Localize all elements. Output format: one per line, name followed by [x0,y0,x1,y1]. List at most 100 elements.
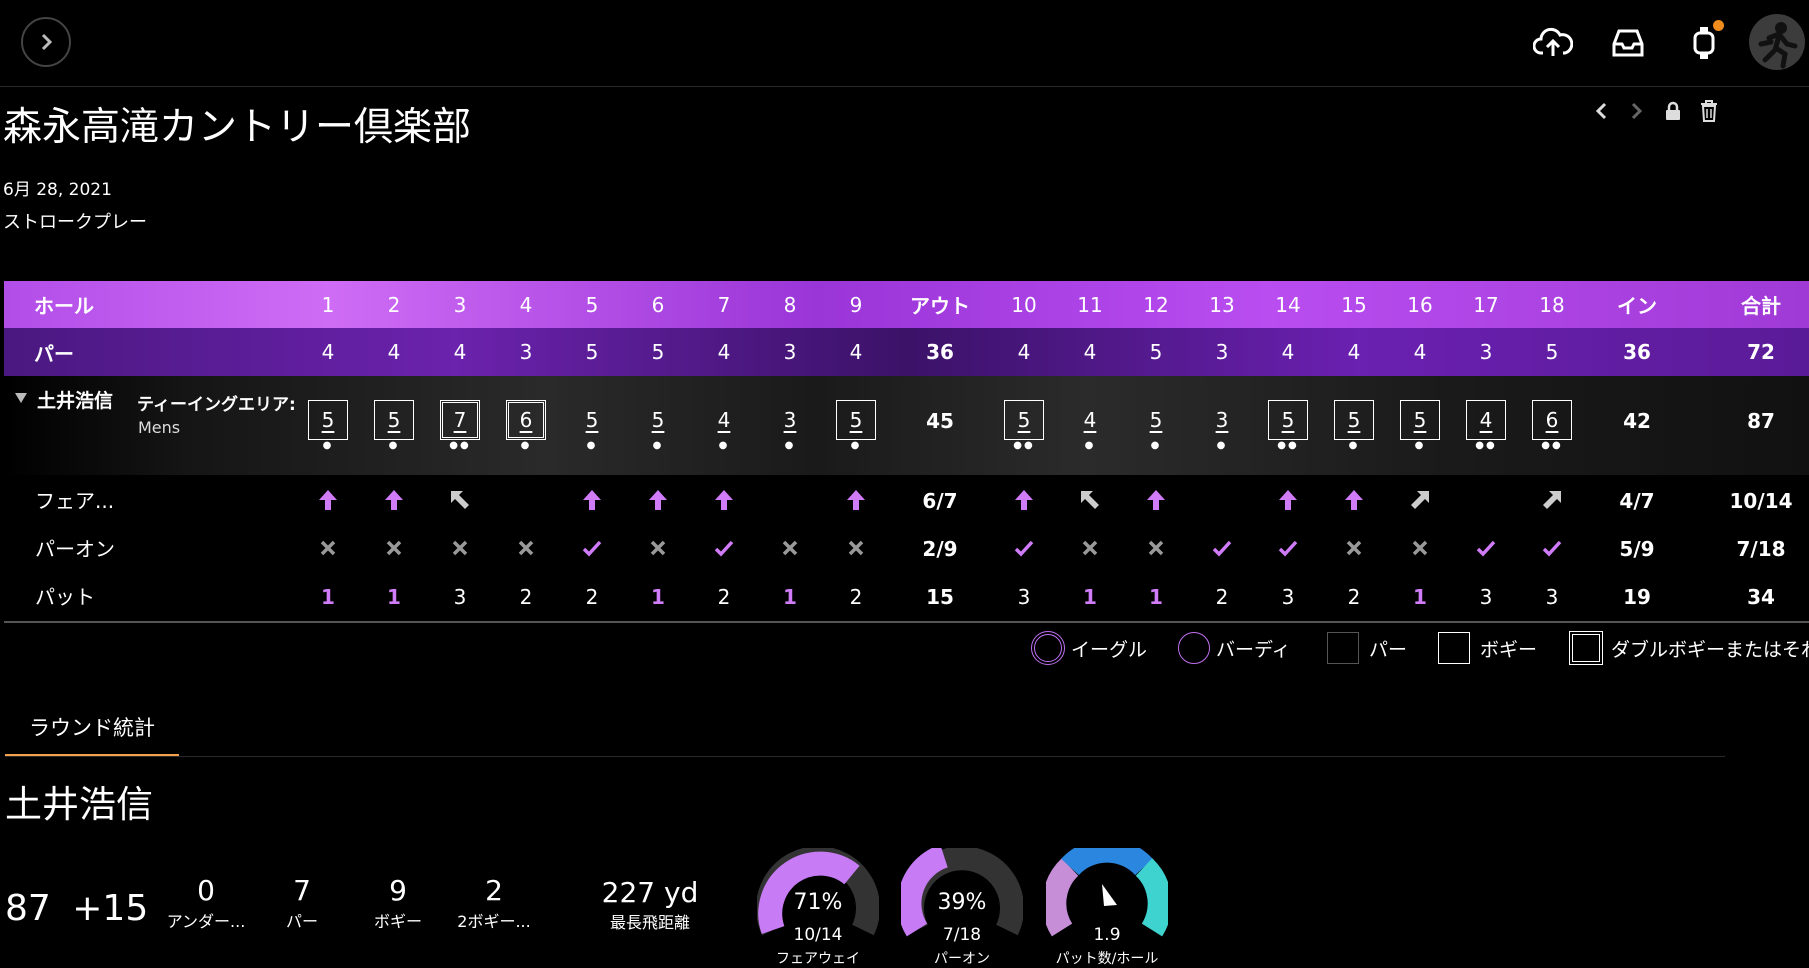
hole-score-value: 3 [1215,408,1229,432]
hole-dots: ● [1414,440,1426,451]
pars-label: パー [285,912,318,931]
par-value: 3 [1479,340,1493,364]
hole-score-value: 4 [717,408,731,432]
notification-dot [1713,20,1724,31]
score-out: 45 [926,409,954,433]
hole-dots: ● [520,440,532,451]
watch-icon[interactable] [1683,20,1725,64]
check-icon [1207,533,1237,563]
gir-gauge-percent: 39% [937,890,987,915]
round-date: 6月 28, 2021 [3,180,112,200]
putts-gauge-label: パット数/ホール [1055,951,1159,967]
putt-value: 1 [1149,585,1163,609]
next-round-button[interactable] [1626,98,1648,124]
fairway-gauge: 71% 10/14 フェアウェイ [756,846,880,967]
hole-score-value: 7 [453,408,467,432]
arrow-up-left-icon [1075,485,1105,515]
hole-number: 1 [321,293,335,317]
gir-gauge-fraction: 7/18 [942,925,982,945]
fairway-row: フェア... 6/7 4/7 10/14 [4,475,1809,523]
gir-label: パーオン [35,537,115,561]
hole-dots: ● [388,440,400,451]
par-value: 4 [1347,340,1361,364]
putts-gauge: 1.9 パット数/ホール [1042,838,1172,967]
arrow-up-icon [379,485,409,515]
putt-value: 3 [1281,585,1295,609]
hole-score: 4 [1070,400,1110,440]
hole-score: 5 [1334,400,1374,440]
trash-icon [1701,100,1717,122]
x-icon [841,533,871,563]
legend-bogey-label: ボギー [1480,638,1538,661]
round-actions [1590,98,1720,124]
hole-dots: ●● [1277,440,1299,451]
eagle-marker [1031,631,1065,665]
course-title: 森永高滝カントリー倶楽部 [3,105,472,150]
putt-value: 1 [651,585,665,609]
hole-score-value: 4 [1479,408,1493,432]
fairway-total: 10/14 [1729,489,1793,513]
previous-round-button[interactable] [1590,98,1612,124]
hole-score-value: 5 [651,408,665,432]
putt-value: 3 [1545,585,1559,609]
arrow-up-icon [1339,485,1369,515]
putt-value: 1 [783,585,797,609]
hole-score-value: 3 [783,408,797,432]
lock-button[interactable] [1662,98,1684,124]
bogey-marker [1438,632,1470,664]
hole-score: 4 [704,400,744,440]
par-value: 5 [585,340,599,364]
hole-label: ホール [34,294,94,318]
hole-score: 5 [374,400,414,440]
par-value: 5 [1149,340,1163,364]
arrow-up-right-icon [1405,485,1435,515]
legend-eagle: イーグル [1031,628,1147,668]
legend-eagle-label: イーグル [1071,638,1148,661]
hole-score-value: 5 [387,408,401,432]
putt-value: 2 [585,585,599,609]
par-value: 4 [717,340,731,364]
hole-dots: ● [718,440,730,451]
under-par-label: アンダー... [166,912,246,931]
player-name[interactable]: 土井浩信 [37,386,113,413]
legend-double-bogey: ダブルボギーまたはそれ [1569,628,1809,668]
score-to-par: +15 [72,888,149,929]
putt-value: 2 [1347,585,1361,609]
putt-value: 3 [453,585,467,609]
chevron-left-icon [1595,102,1607,120]
avatar[interactable] [1749,14,1805,70]
hole-score-value: 5 [849,408,863,432]
fairway-in: 4/7 [1619,489,1655,513]
par-label: パー [34,342,74,366]
fairway-label: フェア... [35,489,115,513]
bogeys-label: ボギー [373,912,422,931]
fairway-gauge-label: フェアウェイ [776,951,860,967]
legend-birdie-label: バーディ [1216,638,1291,661]
gir-out: 2/9 [922,537,958,561]
hole-score-value: 5 [585,408,599,432]
par-value: 4 [1083,340,1097,364]
expand-sidebar-button[interactable] [21,17,71,67]
check-icon [1009,533,1039,563]
fairway-out: 6/7 [922,489,958,513]
tee-value: Mens [138,418,181,437]
par-marker [1327,632,1359,664]
hole-dots: ● [784,440,796,451]
longest-drive-label: 最長飛距離 [609,913,690,932]
legend-bogey: ボギー [1438,628,1537,668]
hole-score: 5 [638,400,678,440]
hole-score: 5 [308,400,348,440]
putts-gauge-value: 1.9 [1093,925,1121,945]
round-play-type: ストロークプレー [3,212,147,233]
hole-number: 15 [1341,293,1367,317]
inbox-icon[interactable] [1607,22,1649,64]
tab-round-stats[interactable]: ラウンド統計 [5,712,179,757]
delete-button[interactable] [1698,98,1720,124]
cloud-upload-icon[interactable] [1532,22,1574,64]
par-value: 3 [783,340,797,364]
collapse-triangle-icon[interactable] [14,392,28,404]
x-icon [511,533,541,563]
hole-dots: ● [1348,440,1360,451]
putt-value: 1 [321,585,335,609]
hole-score: 6 [506,400,546,440]
